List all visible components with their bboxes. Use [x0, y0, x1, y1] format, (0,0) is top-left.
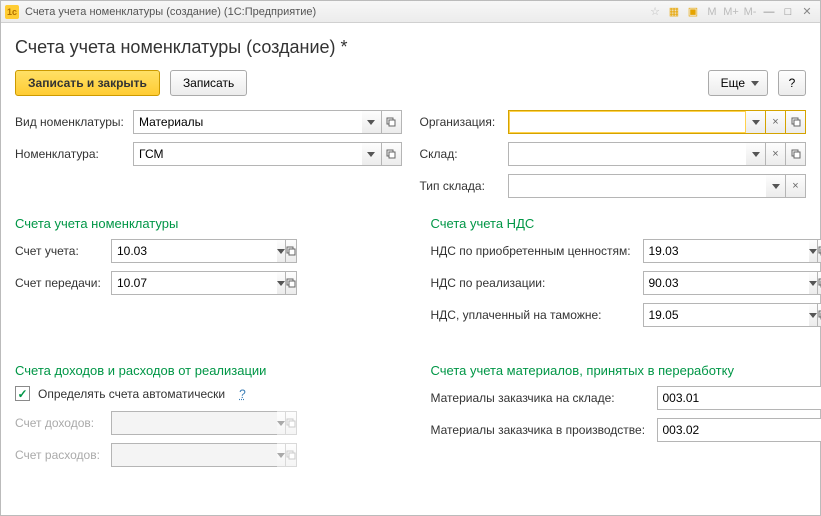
- dropdown-icon[interactable]: [766, 174, 786, 198]
- window-title: Счета учета номенклатуры (создание) (1С:…: [25, 6, 645, 18]
- memory-mplus-icon[interactable]: M+: [722, 4, 740, 20]
- open-icon[interactable]: [786, 142, 806, 166]
- nomenclature-type-label: Вид номенклатуры:: [15, 115, 133, 129]
- organization-label: Организация:: [420, 115, 508, 129]
- materials-warehouse-input[interactable]: [657, 386, 821, 410]
- help-button[interactable]: ?: [778, 70, 806, 96]
- vat-realization-input[interactable]: [643, 271, 809, 295]
- window-titlebar: 1c Счета учета номенклатуры (создание) (…: [1, 1, 820, 23]
- expense-account-label: Счет расходов:: [15, 448, 111, 462]
- materials-production-input[interactable]: [657, 418, 821, 442]
- transfer-account-input[interactable]: [111, 271, 277, 295]
- more-button[interactable]: Еще: [708, 70, 768, 96]
- section-vat-title: Счета учета НДС: [431, 216, 807, 231]
- more-button-label: Еще: [721, 76, 745, 90]
- dropdown-icon[interactable]: [277, 271, 286, 295]
- materials-production-label: Материалы заказчика в производстве:: [431, 423, 657, 437]
- warehouse-type-input[interactable]: [508, 174, 767, 198]
- open-icon[interactable]: [382, 142, 402, 166]
- vat-customs-label: НДС, уплаченный на таможне:: [431, 308, 643, 322]
- income-account-input: [111, 411, 277, 435]
- clear-icon[interactable]: ×: [766, 142, 786, 166]
- warehouse-label: Склад:: [420, 147, 508, 161]
- dropdown-icon[interactable]: [809, 303, 818, 327]
- dropdown-icon[interactable]: [746, 142, 766, 166]
- dropdown-icon[interactable]: [809, 271, 818, 295]
- clear-icon[interactable]: ×: [786, 174, 806, 198]
- transfer-account-label: Счет передачи:: [15, 276, 111, 290]
- minimize-icon[interactable]: —: [760, 4, 778, 20]
- nomenclature-type-input[interactable]: [133, 110, 362, 134]
- page-title: Счета учета номенклатуры (создание) *: [15, 37, 806, 58]
- account-label: Счет учета:: [15, 244, 111, 258]
- auto-accounts-checkbox[interactable]: ✓: [15, 386, 30, 401]
- memory-mminus-icon[interactable]: M-: [741, 4, 759, 20]
- calendar-icon[interactable]: ▣: [684, 4, 702, 20]
- app-icon: 1c: [5, 5, 19, 19]
- vat-acquired-input[interactable]: [643, 239, 809, 263]
- auto-accounts-label: Определять счета автоматически: [38, 387, 225, 401]
- dropdown-icon[interactable]: [746, 110, 766, 134]
- chevron-down-icon: [751, 81, 759, 86]
- star-icon[interactable]: ☆: [646, 4, 664, 20]
- help-link[interactable]: ?: [239, 387, 246, 401]
- save-and-close-button[interactable]: Записать и закрыть: [15, 70, 160, 96]
- dropdown-icon[interactable]: [362, 142, 382, 166]
- income-account-label: Счет доходов:: [15, 416, 111, 430]
- open-icon[interactable]: [286, 239, 297, 263]
- section-materials-title: Счета учета материалов, принятых в перер…: [431, 363, 807, 378]
- open-icon[interactable]: [818, 239, 821, 263]
- warehouse-input[interactable]: [508, 142, 747, 166]
- open-icon[interactable]: [786, 110, 806, 134]
- open-icon[interactable]: [382, 110, 402, 134]
- dropdown-icon[interactable]: [362, 110, 382, 134]
- clear-icon[interactable]: ×: [766, 110, 786, 134]
- nomenclature-label: Номенклатура:: [15, 147, 133, 161]
- nomenclature-input[interactable]: [133, 142, 362, 166]
- section-accounts-title: Счета учета номенклатуры: [15, 216, 391, 231]
- memory-m-icon[interactable]: M: [703, 4, 721, 20]
- open-icon[interactable]: [818, 303, 821, 327]
- vat-customs-input[interactable]: [643, 303, 809, 327]
- dropdown-icon[interactable]: [277, 239, 286, 263]
- vat-realization-label: НДС по реализации:: [431, 276, 643, 290]
- close-icon[interactable]: ✕: [798, 4, 816, 20]
- materials-warehouse-label: Материалы заказчика на складе:: [431, 391, 657, 405]
- dropdown-icon: [277, 411, 286, 435]
- save-button[interactable]: Записать: [170, 70, 247, 96]
- dropdown-icon: [277, 443, 286, 467]
- maximize-icon[interactable]: □: [779, 4, 797, 20]
- open-icon: [286, 443, 297, 467]
- dropdown-icon[interactable]: [809, 239, 818, 263]
- organization-input[interactable]: [508, 110, 747, 134]
- toolbar: Записать и закрыть Записать Еще ?: [15, 70, 806, 96]
- account-input[interactable]: [111, 239, 277, 263]
- warehouse-type-label: Тип склада:: [420, 179, 508, 193]
- vat-acquired-label: НДС по приобретенным ценностям:: [431, 244, 643, 258]
- open-icon[interactable]: [286, 271, 297, 295]
- expense-account-input: [111, 443, 277, 467]
- open-icon: [286, 411, 297, 435]
- section-income-title: Счета доходов и расходов от реализации: [15, 363, 391, 378]
- open-icon[interactable]: [818, 271, 821, 295]
- calc-icon[interactable]: ▦: [665, 4, 683, 20]
